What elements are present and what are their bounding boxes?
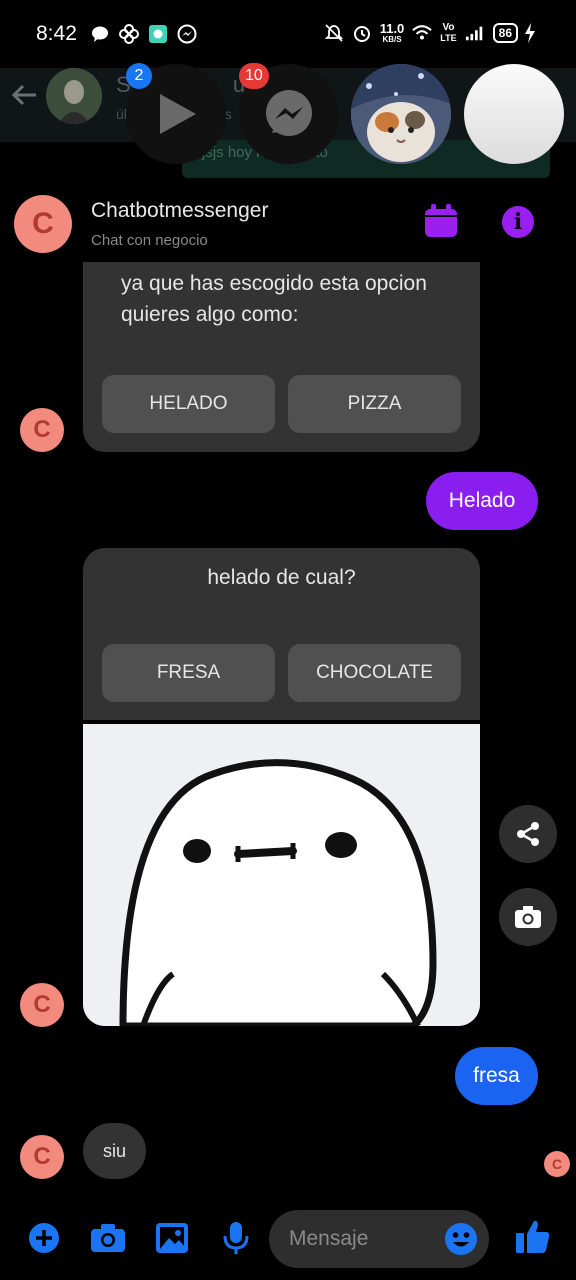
status-bar: 8:42 11.0 KB/S Vo LTE 86	[0, 0, 576, 68]
cat-avatar-image	[351, 64, 451, 164]
chat-header	[0, 180, 576, 268]
pinwheel-icon	[119, 24, 139, 44]
like-icon[interactable]	[515, 1218, 551, 1254]
camera-save-icon	[515, 906, 541, 928]
gallery-icon[interactable]	[154, 1220, 190, 1256]
bot-avatar-small: C	[20, 983, 64, 1027]
share-button[interactable]	[499, 805, 557, 863]
share-icon	[517, 822, 539, 846]
network-speed-value: 11.0	[379, 21, 405, 36]
messenger-unread-badge: 10	[239, 63, 269, 89]
sent-message[interactable]: fresa	[455, 1047, 538, 1105]
back-arrow-icon[interactable]	[10, 80, 40, 118]
image-message[interactable]	[83, 724, 480, 1026]
messenger-status-icon	[177, 24, 197, 44]
messenger-icon	[266, 90, 312, 136]
volte-label: Vo LTE	[440, 22, 457, 44]
save-photo-button[interactable]	[499, 888, 557, 946]
network-speed: 11.0 KB/S	[380, 22, 405, 44]
quick-reply-chocolate[interactable]: CHOCOLATE	[288, 644, 461, 702]
calendar-icon[interactable]	[424, 204, 458, 238]
read-receipt-avatar: C	[544, 1151, 570, 1177]
chat-title[interactable]: Chatbotmessenger	[91, 199, 268, 223]
emoji-icon[interactable]	[444, 1222, 478, 1256]
background-chat-avatar[interactable]	[46, 68, 102, 124]
signal-icon	[465, 23, 485, 43]
app-icon	[148, 24, 168, 44]
volte-label-top: Vo	[442, 22, 455, 33]
meme-character-image	[83, 724, 480, 1026]
network-speed-unit: KB/S	[382, 35, 402, 44]
blank-chat-head[interactable]	[464, 64, 564, 164]
bot-message-card: ya que has escogido esta opcion quieres …	[83, 262, 480, 452]
cat-chat-head[interactable]	[351, 64, 451, 164]
bot-avatar-small: C	[20, 1135, 64, 1179]
microphone-icon[interactable]	[218, 1220, 254, 1256]
chat-avatar[interactable]: C	[14, 195, 72, 253]
chat-bubble-icon	[90, 24, 110, 44]
video-unread-badge: 2	[126, 63, 152, 89]
bot-avatar-small: C	[20, 408, 64, 452]
volte-label-bottom: LTE	[440, 33, 457, 43]
sent-message[interactable]: Helado	[426, 472, 538, 530]
bot-message-card: helado de cual? FRESA CHOCOLATE	[83, 548, 480, 720]
add-icon[interactable]	[26, 1220, 62, 1256]
camera-icon[interactable]	[90, 1220, 126, 1256]
alarm-icon	[352, 23, 372, 43]
wifi-icon	[412, 23, 433, 43]
charging-icon	[520, 23, 540, 43]
info-icon[interactable]: i	[502, 206, 534, 238]
vibrate-off-icon	[324, 23, 344, 43]
received-message[interactable]: siu	[83, 1123, 146, 1179]
chat-subtitle: Chat con negocio	[91, 232, 208, 249]
notification-icons	[90, 24, 197, 44]
bot-message-text: ya que has escogido esta opcion quieres …	[121, 272, 427, 326]
quick-reply-helado[interactable]: HELADO	[102, 375, 275, 433]
battery-indicator: 86	[492, 23, 518, 43]
bot-message-text: helado de cual?	[207, 566, 356, 589]
quick-reply-fresa[interactable]: FRESA	[102, 644, 275, 702]
quick-reply-pizza[interactable]: PIZZA	[288, 375, 461, 433]
system-icons: 11.0 KB/S Vo LTE 86	[324, 22, 540, 44]
status-time: 8:42	[36, 22, 77, 45]
play-icon	[160, 94, 196, 134]
